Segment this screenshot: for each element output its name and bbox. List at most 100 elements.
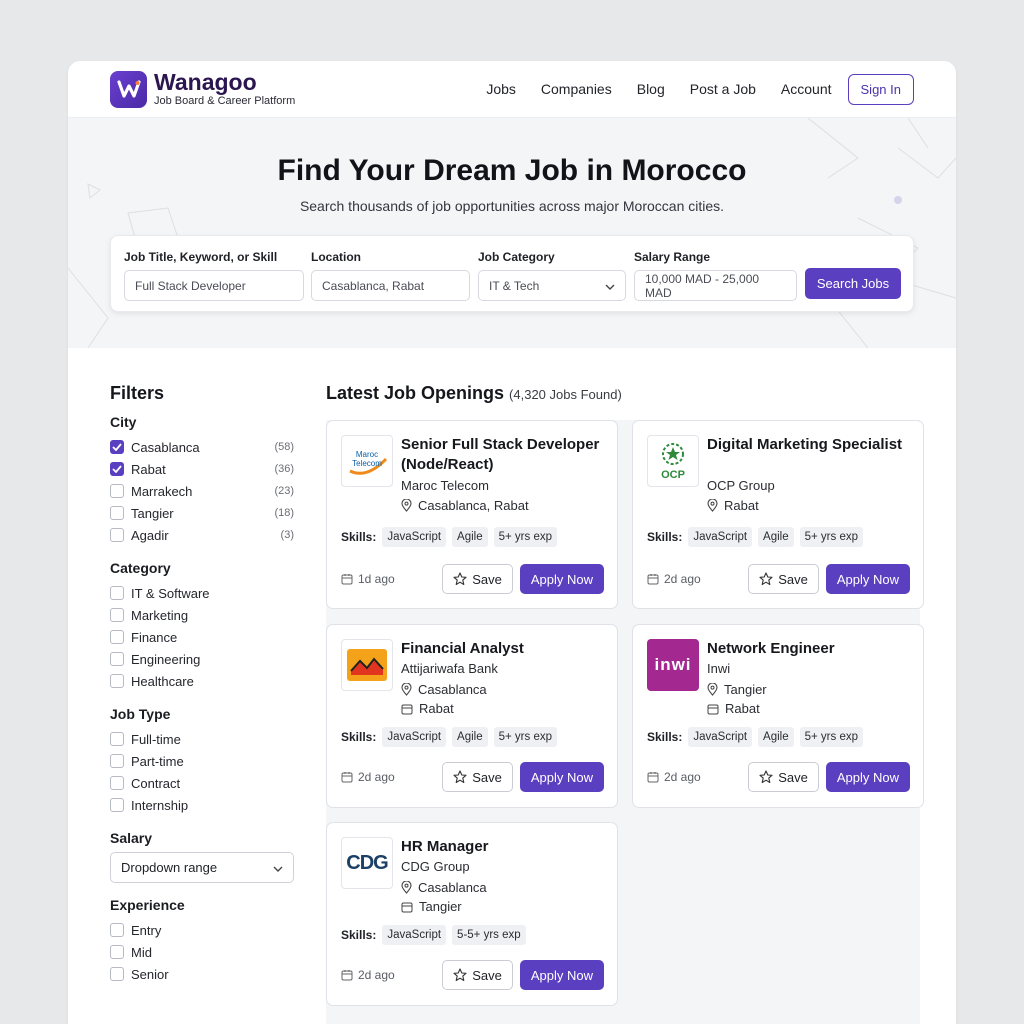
brand-name: Wanagoo — [154, 69, 257, 95]
job-title[interactable]: Digital Marketing Specialist — [707, 435, 917, 455]
city-filter-casablanca[interactable]: Casablanca (58) — [110, 436, 294, 458]
filter-label: Senior — [131, 966, 169, 982]
apply-now-button[interactable]: Apply Now — [519, 960, 604, 990]
experience-filter-mid[interactable]: Mid — [110, 941, 294, 963]
job-card-footer: 2d ago Save Apply Now — [341, 762, 604, 792]
keyword-input[interactable]: Full Stack Developer — [124, 270, 304, 301]
job-location: Casablanca — [401, 682, 487, 697]
checkbox[interactable] — [110, 674, 124, 688]
city-filter-rabat[interactable]: Rabat (36) — [110, 458, 294, 480]
skill-chip: 5-5+ yrs exp — [452, 925, 526, 945]
star-icon — [453, 572, 467, 586]
filter-label: Part-time — [131, 753, 184, 769]
filter-label: Agadir — [131, 527, 169, 543]
job-card[interactable]: inwi Network Engineer Inwi Tangier Rabat… — [632, 624, 924, 808]
company-logo-attijariwafa — [341, 639, 393, 691]
nav-post-a-job[interactable]: Post a Job — [690, 81, 756, 97]
skill-chip: 5+ yrs exp — [493, 727, 557, 747]
save-job-button[interactable]: Save — [442, 960, 513, 990]
nav-blog[interactable]: Blog — [637, 81, 665, 97]
checkbox[interactable] — [110, 798, 124, 812]
calendar-icon — [647, 573, 659, 585]
salary-dropdown-value: Dropdown range — [121, 860, 218, 875]
checkbox[interactable] — [110, 630, 124, 644]
salary-filter-group: Salary Dropdown range — [110, 830, 294, 883]
job-type-filter-part-time[interactable]: Part-time — [110, 750, 294, 772]
job-type-filter-internship[interactable]: Internship — [110, 794, 294, 816]
apply-now-button[interactable]: Apply Now — [519, 564, 604, 594]
save-job-button[interactable]: Save — [442, 564, 513, 594]
checkbox[interactable] — [110, 652, 124, 666]
city-filter-agadir[interactable]: Agadir (3) — [110, 524, 294, 546]
job-card[interactable]: Financial Analyst Attijariwafa Bank Casa… — [326, 624, 618, 808]
category-filter-finance[interactable]: Finance — [110, 626, 294, 648]
save-job-button[interactable]: Save — [748, 564, 819, 594]
checkbox[interactable] — [110, 586, 124, 600]
location-pin-icon — [401, 881, 412, 894]
filter-count: (23) — [274, 485, 294, 497]
apply-now-button[interactable]: Apply Now — [825, 564, 910, 594]
job-listing: Latest Job Openings (4,320 Jobs Found) M… — [326, 383, 926, 1024]
experience-filter-senior[interactable]: Senior — [110, 963, 294, 985]
job-title[interactable]: Senior Full Stack Developer (Node/React) — [401, 435, 611, 475]
save-job-button[interactable]: Save — [748, 762, 819, 792]
checkbox-checked[interactable] — [110, 462, 124, 476]
job-card[interactable]: CDG HR Manager CDG Group Casablanca Tang… — [326, 822, 618, 1006]
job-card[interactable]: OCP Digital Marketing Specialist OCP Gro… — [632, 420, 924, 609]
checkbox[interactable] — [110, 967, 124, 981]
experience-filter-entry[interactable]: Entry — [110, 919, 294, 941]
job-card[interactable]: Maroc Telecom Senior Full Stack Develope… — [326, 420, 618, 609]
salary-range-input[interactable]: 10,000 MAD - 25,000 MAD — [634, 270, 797, 301]
city-filter-tangier[interactable]: Tangier (18) — [110, 502, 294, 524]
main-nav: Jobs Companies Blog Post a Job Account S… — [486, 73, 914, 105]
salary-dropdown[interactable]: Dropdown range — [110, 852, 294, 883]
city-filter-marrakech[interactable]: Marrakech (23) — [110, 480, 294, 502]
job-location-text: Casablanca — [418, 880, 487, 895]
nav-jobs[interactable]: Jobs — [486, 81, 516, 97]
job-type-filter-contract[interactable]: Contract — [110, 772, 294, 794]
salary-label: Salary Range — [634, 250, 711, 264]
building-icon — [401, 901, 413, 913]
checkbox[interactable] — [110, 776, 124, 790]
category-filter-engineering[interactable]: Engineering — [110, 648, 294, 670]
search-jobs-button[interactable]: Search Jobs — [805, 268, 901, 299]
checkbox[interactable] — [110, 923, 124, 937]
job-skills: Skills: JavaScript Agile 5+ yrs exp — [647, 527, 869, 547]
apply-now-button[interactable]: Apply Now — [519, 762, 604, 792]
job-type-filter-full-time[interactable]: Full-time — [110, 728, 294, 750]
star-icon — [759, 572, 773, 586]
checkbox[interactable] — [110, 945, 124, 959]
checkbox-checked[interactable] — [110, 440, 124, 454]
checkbox[interactable] — [110, 732, 124, 746]
salary-filter-title: Salary — [110, 830, 153, 846]
posted-age: 1d ago — [341, 572, 395, 586]
job-title[interactable]: Financial Analyst — [401, 639, 611, 659]
skills-label: Skills: — [341, 730, 377, 744]
checkbox[interactable] — [110, 506, 124, 520]
calendar-icon — [341, 771, 353, 783]
cdg-logo-text: CDG — [346, 851, 388, 874]
checkbox[interactable] — [110, 484, 124, 498]
apply-now-button[interactable]: Apply Now — [825, 762, 910, 792]
filter-label: Full-time — [131, 731, 181, 747]
sign-in-button[interactable]: Sign In — [847, 73, 914, 105]
category-filter-it-software[interactable]: IT & Software — [110, 582, 294, 604]
jobs-found-count: (4,320 Jobs Found) — [509, 387, 622, 402]
filter-count: (3) — [280, 529, 294, 541]
checkbox[interactable] — [110, 754, 124, 768]
calendar-icon — [647, 771, 659, 783]
job-title[interactable]: Network Engineer — [707, 639, 917, 659]
save-job-button[interactable]: Save — [442, 762, 513, 792]
nav-companies[interactable]: Companies — [541, 81, 612, 97]
category-filter-marketing[interactable]: Marketing — [110, 604, 294, 626]
location-input[interactable]: Casablanca, Rabat — [311, 270, 470, 301]
wanagoo-logo-icon[interactable] — [110, 70, 147, 108]
nav-account[interactable]: Account — [781, 81, 832, 97]
job-title[interactable]: HR Manager — [401, 837, 611, 857]
filters-title: Filters — [110, 383, 165, 403]
category-filter-healthcare[interactable]: Healthcare — [110, 670, 294, 692]
category-select[interactable]: IT & Tech — [478, 270, 626, 301]
checkbox[interactable] — [110, 608, 124, 622]
checkbox[interactable] — [110, 528, 124, 542]
posted-age: 2d ago — [341, 968, 395, 982]
